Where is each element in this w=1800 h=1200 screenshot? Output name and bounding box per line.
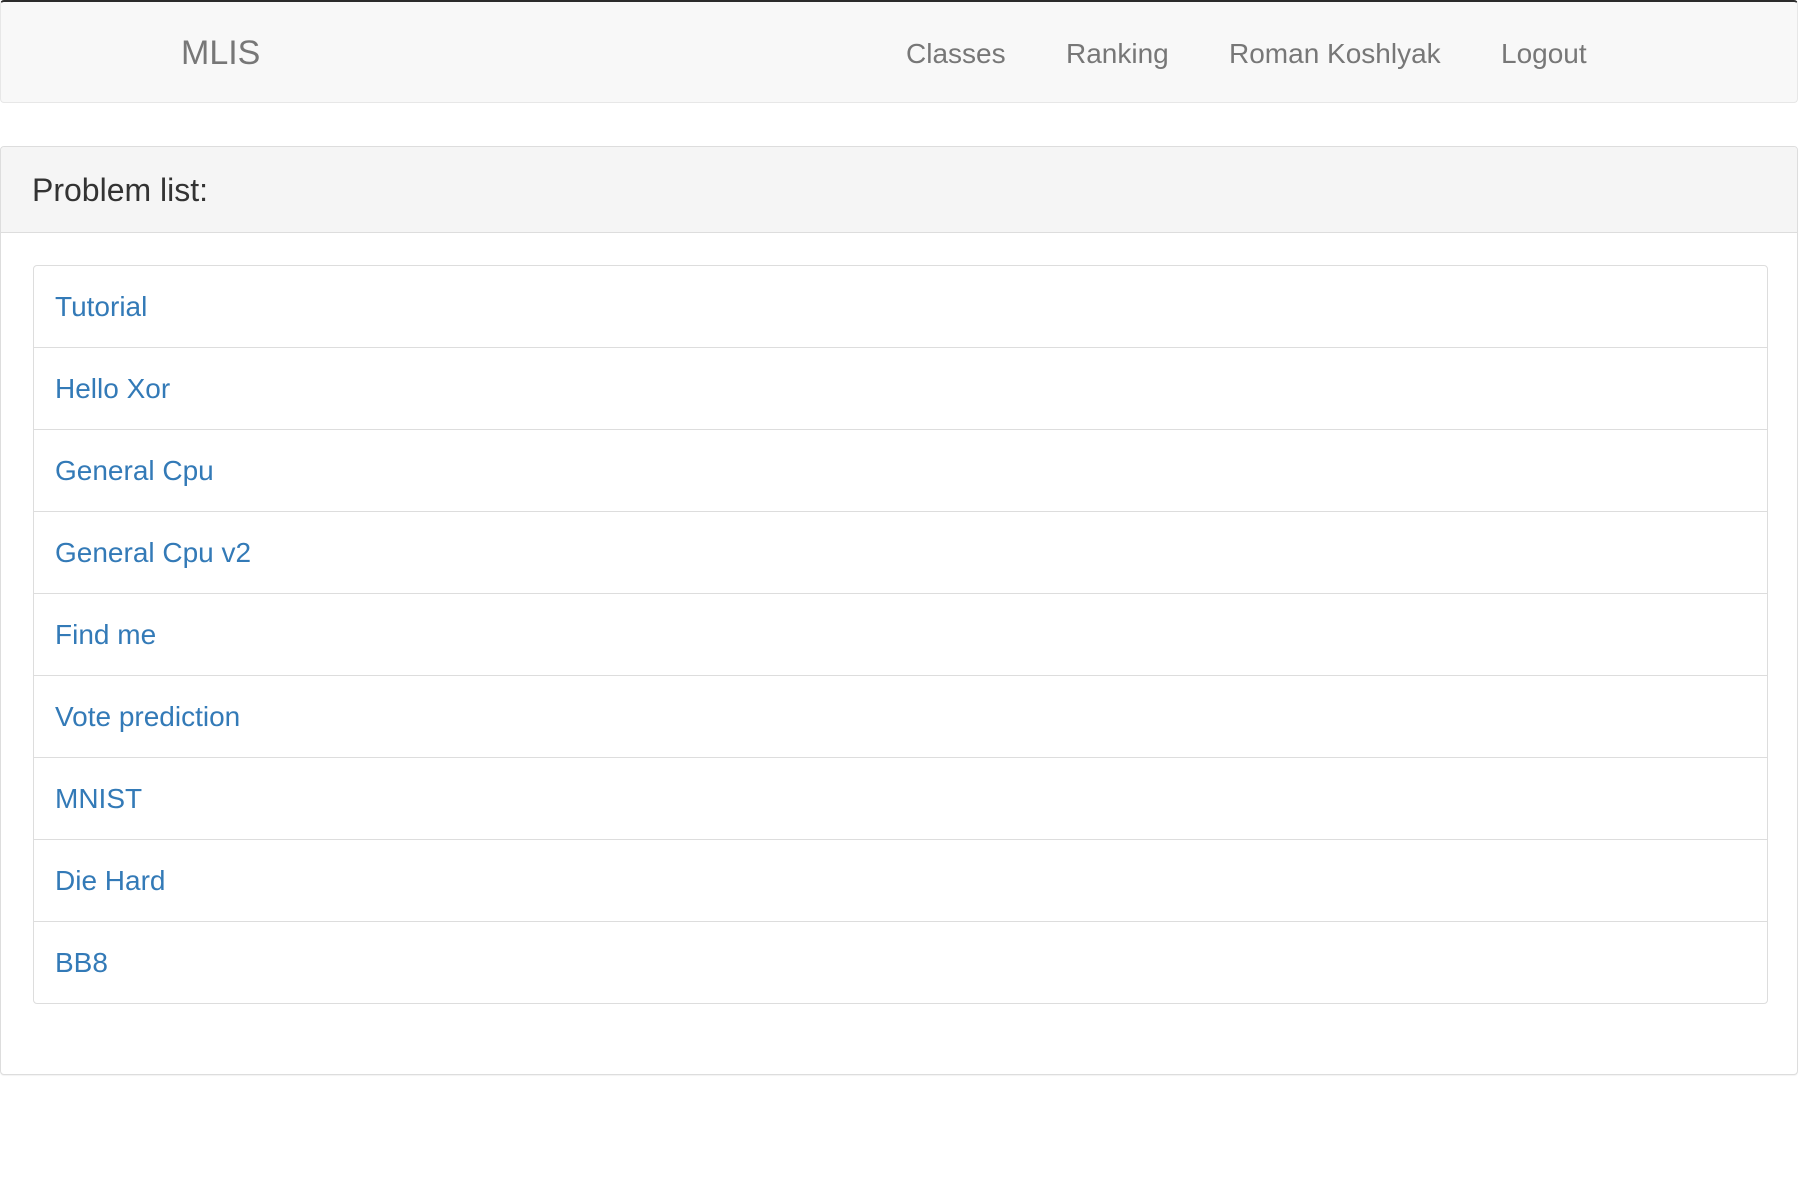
problem-list-item[interactable]: General Cpu v2 — [34, 512, 1767, 594]
problem-list-item[interactable]: Find me — [34, 594, 1767, 676]
page: MLIS Classes Ranking Roman Koshlyak Logo… — [0, 0, 1800, 1200]
problem-link[interactable]: Tutorial — [55, 291, 147, 322]
problem-link[interactable]: Die Hard — [55, 865, 165, 896]
problem-list-item[interactable]: Die Hard — [34, 840, 1767, 922]
problem-list-item[interactable]: Vote prediction — [34, 676, 1767, 758]
brand-link[interactable]: MLIS — [181, 2, 260, 105]
problem-link[interactable]: Find me — [55, 619, 156, 650]
problem-list-item[interactable]: Tutorial — [34, 266, 1767, 348]
problem-list-item[interactable]: BB8 — [34, 922, 1767, 1003]
problem-list-panel: Problem list: Tutorial Hello Xor General… — [0, 146, 1798, 1075]
nav-logout-link[interactable]: Logout — [1501, 2, 1587, 105]
problem-list-item[interactable]: General Cpu — [34, 430, 1767, 512]
problem-link[interactable]: Vote prediction — [55, 701, 240, 732]
top-navbar: MLIS Classes Ranking Roman Koshlyak Logo… — [0, 0, 1798, 103]
problem-link[interactable]: General Cpu — [55, 455, 214, 486]
problem-link[interactable]: Hello Xor — [55, 373, 170, 404]
problem-list-item[interactable]: Hello Xor — [34, 348, 1767, 430]
nav-classes-link[interactable]: Classes — [906, 2, 1006, 105]
panel-title: Problem list: — [32, 172, 209, 208]
panel-heading: Problem list: — [1, 147, 1797, 233]
problem-list: Tutorial Hello Xor General Cpu General C… — [33, 265, 1768, 1004]
problem-link[interactable]: MNIST — [55, 783, 142, 814]
problem-link[interactable]: BB8 — [55, 947, 108, 978]
nav-ranking-link[interactable]: Ranking — [1066, 2, 1169, 105]
problem-link[interactable]: General Cpu v2 — [55, 537, 251, 568]
nav-user-profile-link[interactable]: Roman Koshlyak — [1229, 2, 1441, 105]
problem-list-item[interactable]: MNIST — [34, 758, 1767, 840]
